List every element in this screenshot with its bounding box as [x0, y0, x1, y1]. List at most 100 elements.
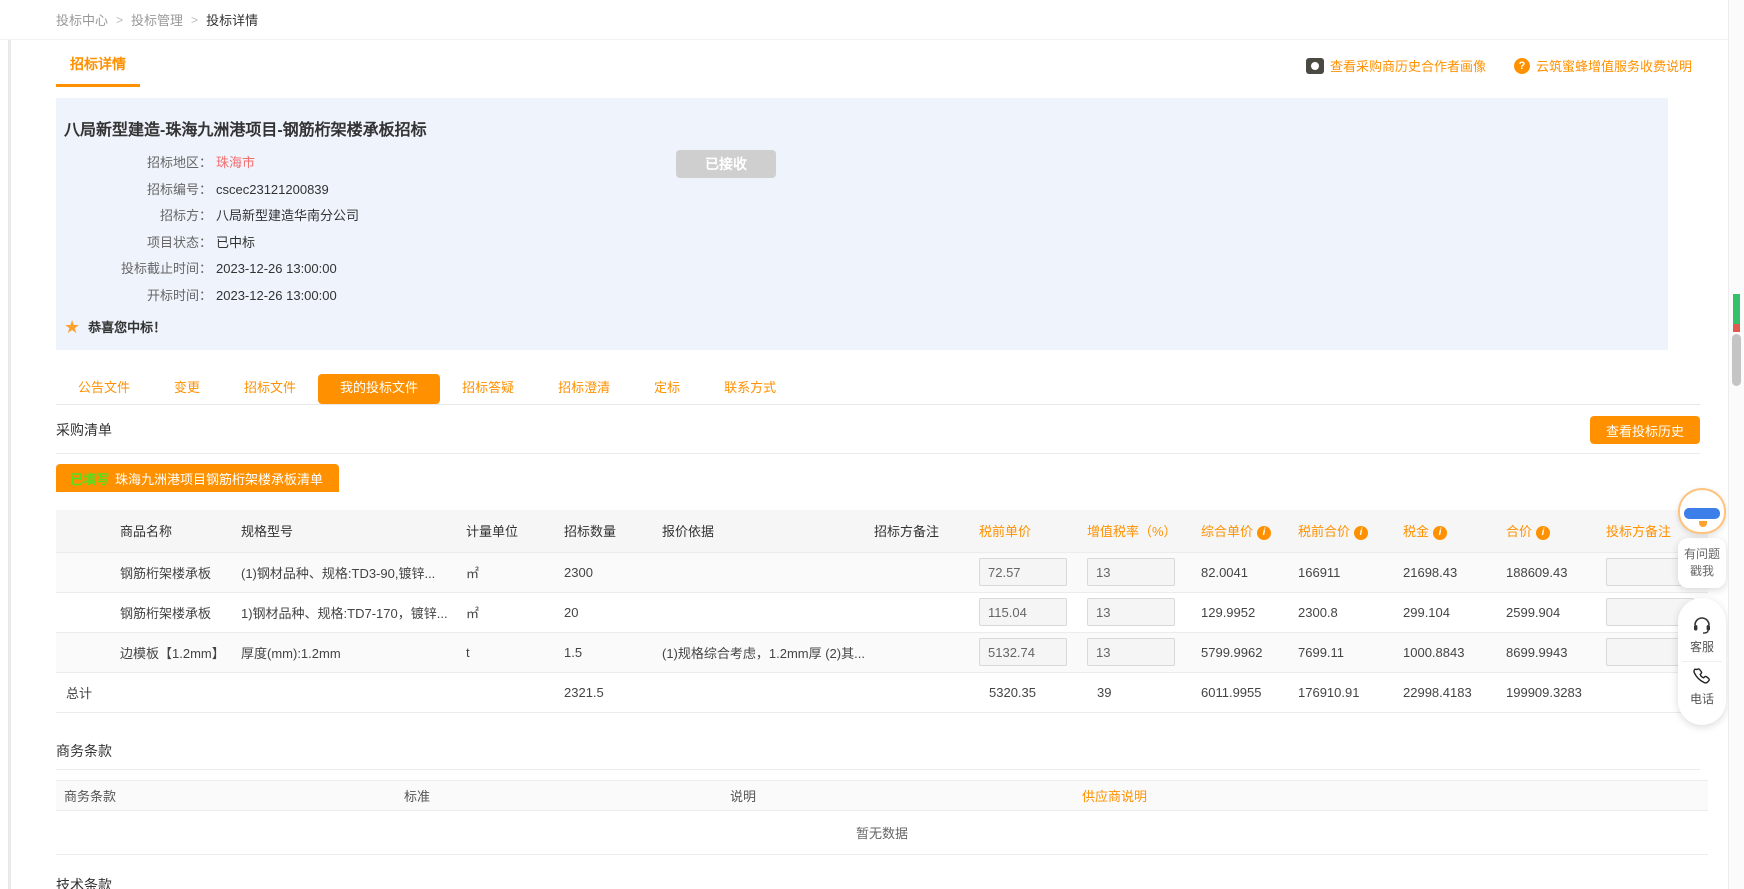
- column-header-basis: 报价依据: [662, 510, 874, 552]
- tab-我的投标文件[interactable]: 我的投标文件: [318, 374, 440, 404]
- cell-buyer_remark: [874, 632, 979, 672]
- ask-me-line2: 戳我: [1682, 563, 1722, 580]
- total-tax: 22998.4183: [1403, 672, 1506, 712]
- project-field: 项目状态：已中标: [64, 230, 1648, 257]
- breadcrumb-separator: >: [116, 13, 123, 27]
- cell-pre_tax_total: 166911: [1298, 552, 1403, 592]
- column-header-total: 合价i: [1506, 510, 1606, 552]
- customer-service-button[interactable]: 客服: [1682, 610, 1722, 661]
- portrait-icon: [1306, 58, 1324, 74]
- field-value: 已中标: [216, 230, 255, 257]
- table-row: 钢筋桁架楼承板(1)钢材品种、规格:TD3-90,镀锌...㎡230082.00…: [56, 552, 1708, 592]
- info-icon[interactable]: i: [1354, 526, 1368, 540]
- total-combined_price: 6011.9955: [1201, 672, 1298, 712]
- cell-pre_tax_price: [979, 552, 1087, 592]
- cell-unit: t: [466, 632, 564, 672]
- info-icon[interactable]: i: [1536, 526, 1550, 540]
- buyer-history-portrait-link[interactable]: 查看采购商历史合作者画像: [1306, 56, 1486, 75]
- tab-招标答疑[interactable]: 招标答疑: [440, 374, 536, 404]
- scrollbar-thumb[interactable]: [1732, 334, 1741, 386]
- tab-变更[interactable]: 变更: [152, 374, 222, 404]
- page-scrollbar[interactable]: [1728, 0, 1744, 889]
- cell-buyer_remark: [874, 592, 979, 632]
- cell-qty: 2300: [564, 552, 662, 592]
- buyer-history-portrait-label: 查看采购商历史合作者画像: [1330, 56, 1486, 75]
- breadcrumb-item[interactable]: 投标管理: [131, 10, 183, 29]
- list-tab-label: 珠海九洲港项目钢筋桁架楼承板清单: [115, 469, 323, 488]
- tab-公告文件[interactable]: 公告文件: [56, 374, 152, 404]
- total-pre_tax_price: 5320.35: [979, 672, 1087, 712]
- vat_rate-input[interactable]: [1087, 638, 1175, 666]
- cell-combined_price: 129.9952: [1201, 592, 1298, 632]
- vat_rate-input[interactable]: [1087, 558, 1175, 586]
- total-qty: 2321.5: [564, 672, 662, 712]
- cell-vat_rate: [1087, 632, 1201, 672]
- vat_rate-input[interactable]: [1087, 598, 1175, 626]
- star-icon: ★: [64, 318, 80, 336]
- tab-招标文件[interactable]: 招标文件: [222, 374, 318, 404]
- phone-button[interactable]: 电话: [1682, 661, 1722, 713]
- tab-联系方式[interactable]: 联系方式: [702, 374, 798, 404]
- cell-tax: 299.104: [1403, 592, 1506, 632]
- breadcrumb-item[interactable]: 投标中心: [56, 10, 108, 29]
- phone-label: 电话: [1690, 692, 1714, 706]
- ask-me-bubble[interactable]: 有问题 戳我: [1678, 538, 1726, 588]
- ask-me-line1: 有问题: [1682, 546, 1722, 563]
- column-header-unit: 计量单位: [466, 510, 564, 552]
- pre_tax_price-input[interactable]: [979, 638, 1067, 666]
- table-total-row: 总计2321.55320.35396011.9955176910.9122998…: [56, 672, 1708, 712]
- scroll-marker-green: [1733, 294, 1740, 324]
- cell-unit: ㎡: [466, 552, 564, 592]
- divider: [56, 769, 1700, 770]
- project-field: 招标地区：珠海市: [64, 150, 1648, 177]
- cell-name: 钢筋桁架楼承板: [56, 552, 241, 592]
- total-spec: [241, 672, 466, 712]
- info-icon[interactable]: i: [1433, 526, 1447, 540]
- cell-qty: 1.5: [564, 632, 662, 672]
- terms-column-0: 商务条款: [56, 780, 396, 810]
- project-info-panel: 八局新型建造-珠海九洲港项目-钢筋桁架楼承板招标 招标地区：珠海市招标编号：cs…: [56, 98, 1668, 350]
- column-header-pre_tax_price: 税前单价: [979, 510, 1087, 552]
- table-row: 边模板【1.2mm】厚度(mm):1.2mmt1.5(1)规格综合考虑，1.2m…: [56, 632, 1708, 672]
- view-bid-history-button[interactable]: 查看投标历史: [1590, 416, 1700, 444]
- cell-pre_tax_price: [979, 592, 1087, 632]
- tab-招标澄清[interactable]: 招标澄清: [536, 374, 632, 404]
- cell-vat_rate: [1087, 592, 1201, 632]
- field-label: 投标截止时间：: [64, 256, 212, 283]
- pre_tax_price-input[interactable]: [979, 558, 1067, 586]
- detail-tabs: 公告文件变更招标文件我的投标文件招标答疑招标澄清定标联系方式: [56, 374, 1700, 405]
- tab-tender-detail[interactable]: 招标详情: [56, 54, 140, 87]
- column-header-spec: 规格型号: [241, 510, 466, 552]
- terms-column-1: 标准: [396, 780, 722, 810]
- list-tab-filled[interactable]: 已填写 珠海九洲港项目钢筋桁架楼承板清单: [56, 464, 339, 492]
- business-terms-table: 商务条款标准说明供应商说明 暂无数据: [56, 780, 1708, 855]
- filled-badge: 已填写: [70, 469, 109, 488]
- mascot-beak: [1699, 521, 1707, 527]
- field-value: 2023-12-26 13:00:00: [216, 283, 337, 310]
- cell-vat_rate: [1087, 552, 1201, 592]
- pre_tax_price-input[interactable]: [979, 598, 1067, 626]
- cell-spec: 1)钢材品种、规格:TD7-170，镀锌...: [241, 592, 466, 632]
- mascot-bee-icon[interactable]: [1678, 488, 1726, 534]
- contact-pill: 客服 电话: [1678, 598, 1726, 725]
- cell-combined_price: 5799.9962: [1201, 632, 1298, 672]
- field-value: 2023-12-26 13:00:00: [216, 256, 337, 283]
- info-icon[interactable]: i: [1257, 526, 1271, 540]
- cell-name: 钢筋桁架楼承板: [56, 592, 241, 632]
- column-header-name: 商品名称: [56, 510, 241, 552]
- cell-combined_price: 82.0041: [1201, 552, 1298, 592]
- terms-column-3[interactable]: 供应商说明: [1074, 780, 1708, 810]
- cell-tax: 1000.8843: [1403, 632, 1506, 672]
- project-field: 招标编号：cscec23121200839: [64, 177, 1648, 204]
- purchase-table: 商品名称规格型号计量单位招标数量报价依据招标方备注税前单价增值税率（%）综合单价…: [56, 510, 1708, 713]
- field-label: 开标时间：: [64, 283, 212, 310]
- cell-qty: 20: [564, 592, 662, 632]
- total-basis: [662, 672, 874, 712]
- technical-terms-title: 技术条款: [56, 875, 1700, 889]
- fee-info-link[interactable]: ? 云筑蜜蜂增值服务收费说明: [1514, 56, 1692, 75]
- scroll-marker-red: [1733, 324, 1740, 332]
- tab-定标[interactable]: 定标: [632, 374, 702, 404]
- purchase-list-title: 采购清单: [56, 420, 112, 440]
- accepted-button[interactable]: 已接收: [676, 150, 776, 178]
- cell-basis: (1)规格综合考虑，1.2mm厚 (2)其...: [662, 632, 874, 672]
